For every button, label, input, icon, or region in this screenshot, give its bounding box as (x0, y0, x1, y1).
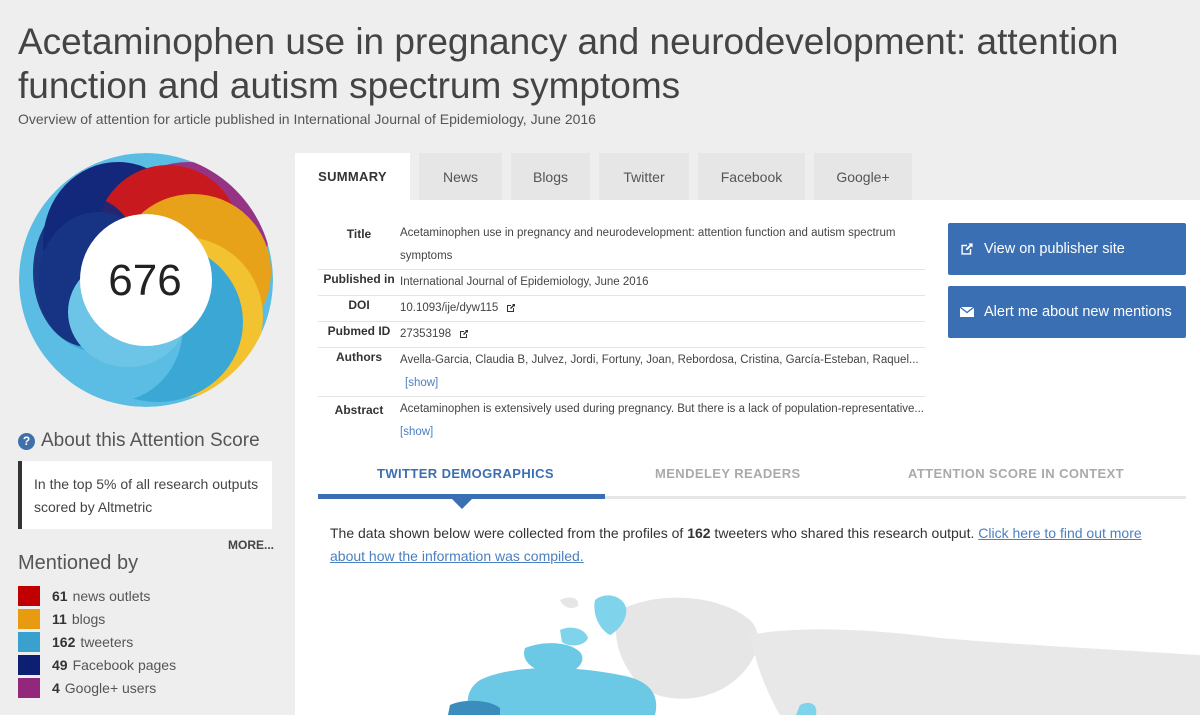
world-map[interactable] (420, 580, 1200, 715)
page-title: Acetaminophen use in pregnancy and neuro… (18, 21, 1119, 106)
about-score-heading[interactable]: ? About this Attention Score (18, 430, 260, 452)
subtab-twitter-demographics[interactable]: TWITTER DEMOGRAPHICS (377, 466, 554, 481)
blogs-swatch (18, 608, 40, 629)
meta-label: Title (346, 227, 372, 241)
meta-row-published: Published in International Journal of Ep… (318, 270, 925, 296)
mention-news[interactable]: 61 news outlets (18, 584, 176, 607)
alert-mentions-button[interactable]: Alert me about new mentions (948, 286, 1186, 338)
tab-facebook[interactable]: Facebook (698, 153, 805, 200)
pubmed-link[interactable]: 27353198 (400, 328, 451, 340)
tab-summary[interactable]: SUMMARY (295, 153, 410, 200)
doi-link[interactable]: 10.1093/ije/dyw115 (400, 302, 498, 314)
map-region-ellesmere-north[interactable] (560, 597, 579, 608)
meta-row-abstract: Abstract Acetaminophen is extensively us… (318, 397, 925, 445)
envelope-icon (960, 306, 974, 317)
demographics-description: The data shown below were collected from… (330, 525, 1142, 564)
score-context-box: In the top 5% of all research outputs sc… (18, 461, 272, 529)
mention-facebook[interactable]: 49 Facebook pages (18, 653, 176, 676)
tab-news[interactable]: News (419, 153, 502, 200)
meta-value: Acetaminophen use in pregnancy and neuro… (400, 227, 896, 262)
meta-row-doi: DOI 10.1093/ije/dyw115 (318, 296, 925, 322)
meta-row-pubmed: Pubmed ID 27353198 (318, 322, 925, 348)
abstract-show-link[interactable]: [show] (400, 426, 433, 438)
googleplus-swatch (18, 677, 40, 698)
mentioned-by-title: Mentioned by (18, 552, 139, 574)
mention-label: blogs (71, 610, 106, 627)
authors-show-link[interactable]: [show] (405, 377, 438, 389)
mentioned-by-list: 61 news outlets 11 blogs 162 tweeters 49… (18, 584, 176, 699)
external-link-icon[interactable] (459, 329, 469, 339)
meta-value: International Journal of Epidemiology, J… (400, 276, 649, 288)
mention-tweeters[interactable]: 162 tweeters (18, 630, 176, 653)
tab-blogs[interactable]: Blogs (511, 153, 590, 200)
map-region-eurasia[interactable] (750, 629, 1200, 715)
news-swatch (18, 585, 40, 606)
page-subtitle: Overview of attention for article publis… (18, 111, 596, 127)
tab-googleplus[interactable]: Google+ (814, 153, 912, 200)
mention-count: 162 (52, 633, 76, 650)
abstract-text: Acetaminophen is extensively used during… (400, 403, 924, 415)
meta-label: Authors (336, 350, 382, 364)
mention-label: tweeters (80, 633, 134, 650)
mention-count: 61 (52, 587, 68, 604)
more-link[interactable]: MORE... (228, 538, 274, 552)
alert-mentions-label: Alert me about new mentions (984, 304, 1172, 320)
altmetric-donut[interactable]: 676 (18, 152, 274, 408)
mention-label: news outlets (72, 587, 151, 604)
mention-blogs[interactable]: 11 blogs (18, 607, 176, 630)
authors-text: Avella-Garcia, Claudia B, Julvez, Jordi,… (400, 354, 919, 366)
demographics-tabs: TWITTER DEMOGRAPHICS MENDELEY READERS AT… (318, 455, 1186, 509)
subtab-attention-context[interactable]: ATTENTION SCORE IN CONTEXT (908, 466, 1124, 481)
mention-count: 4 (52, 679, 60, 696)
meta-label: Published in (323, 272, 395, 286)
meta-label: Pubmed ID (327, 324, 391, 338)
meta-row-title: Title Acetaminophen use in pregnancy and… (318, 221, 925, 270)
meta-label: Abstract (334, 403, 384, 417)
mention-googleplus[interactable]: 4 Google+ users (18, 676, 176, 699)
attention-score: 676 (108, 256, 182, 305)
question-circle-icon: ? (18, 432, 35, 450)
mention-label: Facebook pages (72, 656, 177, 673)
view-publisher-label: View on publisher site (984, 241, 1125, 257)
mention-count: 49 (52, 656, 68, 673)
external-link-icon (961, 243, 973, 255)
subtab-mendeley-readers[interactable]: MENDELEY READERS (655, 466, 801, 481)
map-region-island[interactable] (560, 627, 588, 646)
facebook-swatch (18, 654, 40, 675)
source-tabs: SUMMARY News Blogs Twitter Facebook Goog… (295, 153, 921, 200)
external-link-icon[interactable] (506, 303, 516, 313)
meta-row-authors: Authors Avella-Garcia, Claudia B, Julvez… (318, 348, 925, 397)
article-metadata: Title Acetaminophen use in pregnancy and… (318, 221, 925, 445)
tweeters-swatch (18, 631, 40, 652)
mention-label: Google+ users (64, 679, 157, 696)
tweeter-count: 162 (687, 525, 711, 541)
active-caret (451, 498, 473, 509)
meta-label: DOI (348, 298, 370, 312)
tab-twitter[interactable]: Twitter (599, 153, 689, 200)
view-publisher-button[interactable]: View on publisher site (948, 223, 1186, 275)
mention-count: 11 (52, 610, 67, 627)
about-score-title: About this Attention Score (41, 430, 260, 451)
